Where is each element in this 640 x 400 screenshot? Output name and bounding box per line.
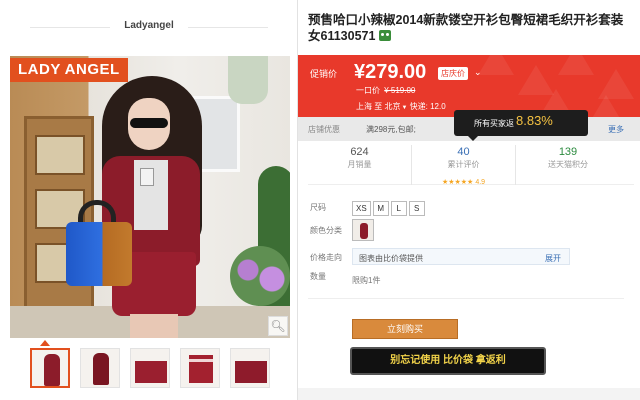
product-gallery: Ladyangel LADY ANGEL 🔍︎ (0, 0, 298, 400)
magnifier-icon[interactable]: 🔍︎ (268, 316, 288, 336)
chevron-down-icon[interactable]: ⌄ (474, 67, 482, 78)
shipping-info: 上海 至 北京▼ 快递: 12.0 (356, 102, 446, 111)
size-option-l[interactable]: L (390, 201, 407, 216)
quantity-limit: 限购1件 (352, 276, 381, 285)
handbag (66, 222, 132, 286)
reviews-stat[interactable]: 40 累计评价 ★★★★★ 4.9 (412, 145, 516, 186)
main-product-image[interactable]: LADY ANGEL 🔍︎ (10, 56, 290, 338)
color-label: 颜色分类 (310, 226, 342, 235)
chevron-down-icon[interactable]: ▼ (401, 105, 407, 111)
points-stat: 139 送天猫积分 (548, 146, 588, 169)
buy-now-button[interactable]: 立刻购买 (352, 319, 458, 339)
original-price: 一口价 ¥ 519.00 (356, 86, 416, 95)
expand-link[interactable]: 展开 (545, 253, 561, 264)
rebate-percent: 8.83% (516, 113, 553, 128)
page-frame: Ladyangel LADY ANGEL 🔍︎ 预售哈口小辣椒2014新款镂空开… (0, 0, 640, 400)
thumbnail-strip (30, 348, 270, 390)
thumbnail-1[interactable] (30, 348, 70, 388)
thumbnail-5[interactable] (230, 348, 270, 388)
brand-logo: LADY ANGEL (10, 58, 128, 82)
size-option-m[interactable]: M (372, 201, 389, 216)
ship-to-select[interactable]: 北京 (384, 102, 400, 111)
promo-label: 促销价 (310, 69, 338, 79)
promo-panel: 促销价 ¥279.00 店庆价 ⌄ 一口价 ¥ 519.00 上海 至 北京▼ … (298, 55, 640, 117)
quantity-label: 数量 (310, 272, 326, 281)
brand-name[interactable]: Ladyangel (0, 20, 298, 31)
size-label: 尺码 (310, 203, 326, 212)
rebate-tooltip: 所有买家返 8.83% (454, 110, 588, 141)
section-divider (308, 298, 624, 299)
monthly-sales-stat: 624 月销量 (308, 145, 412, 185)
sales-stats: 624 月销量 40 累计评价 ★★★★★ 4.9 139 送天猫积分 (308, 145, 634, 186)
price-trend-label: 价格走向 (310, 253, 342, 262)
color-option[interactable] (352, 219, 374, 241)
thumbnail-4[interactable] (180, 348, 220, 388)
promo-price: ¥279.00 (354, 61, 427, 83)
shop-anniversary-badge[interactable]: 店庆价 (438, 67, 468, 80)
active-thumb-caret (40, 340, 50, 346)
size-options: XS M L S (352, 198, 427, 216)
more-link[interactable]: 更多 (608, 124, 624, 135)
compare-rebate-banner[interactable]: 别忘记使用 比价袋 拿返利 (350, 347, 546, 375)
brand-header: Ladyangel (0, 0, 298, 55)
thumbnail-3[interactable] (130, 348, 170, 388)
product-title: 预售哈口小辣椒2014新款镂空开衫包臀短裙毛织开衫套装女61130571 (308, 13, 624, 43)
star-rating-icon: ★★★★★ (441, 179, 474, 186)
size-option-s[interactable]: S (408, 201, 425, 216)
product-info: 预售哈口小辣椒2014新款镂空开衫包臀短裙毛织开衫套装女61130571 促销价… (298, 0, 640, 400)
size-option-xs[interactable]: XS (352, 201, 371, 216)
mobile-icon[interactable] (379, 30, 392, 41)
thumbnail-2[interactable] (80, 348, 120, 388)
price-trend-box: 图表由比价袋提供 展开 (352, 248, 570, 265)
